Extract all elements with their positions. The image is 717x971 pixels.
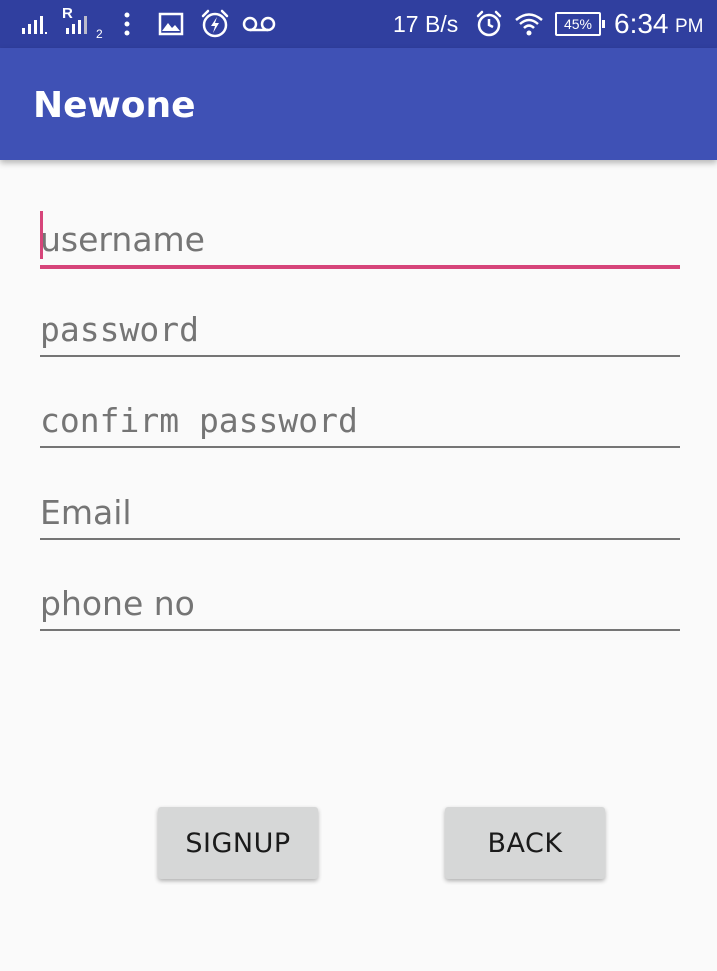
text-caret <box>40 211 43 259</box>
back-button[interactable]: BACK <box>445 807 605 879</box>
password-input[interactable] <box>40 301 680 357</box>
phone-field[interactable] <box>40 575 680 635</box>
app-title: Newone <box>33 85 196 126</box>
voicemail-icon <box>242 0 276 48</box>
phone-input[interactable] <box>40 575 680 631</box>
clock-icon <box>474 0 504 48</box>
confirm-password-field[interactable] <box>40 392 680 452</box>
password-underline <box>40 355 680 357</box>
email-input[interactable] <box>40 484 680 540</box>
battery-icon: 45% <box>555 0 605 48</box>
clock-ampm: PM <box>675 16 704 37</box>
username-field[interactable] <box>40 211 680 271</box>
clock-time: 6:34 <box>614 8 669 39</box>
alarm-flash-icon <box>199 0 231 48</box>
more-icon <box>123 0 131 48</box>
email-underline <box>40 538 680 540</box>
status-bar: R 2 17 B/s 45% 6:34 PM <box>0 0 717 48</box>
image-icon <box>158 0 184 48</box>
password-field[interactable] <box>40 301 680 361</box>
email-field[interactable] <box>40 484 680 544</box>
username-input[interactable] <box>40 211 680 267</box>
signup-button[interactable]: SIGNUP <box>158 807 318 879</box>
app-bar: Newone <box>0 48 717 160</box>
battery-percent: 45% <box>555 12 601 36</box>
network-speed: 17 B/s <box>393 10 459 37</box>
confirm-password-input[interactable] <box>40 392 680 448</box>
username-underline <box>40 265 680 269</box>
carrier-label: R <box>62 4 73 22</box>
signal-icon <box>20 0 48 48</box>
confirm-password-underline <box>40 446 680 448</box>
wifi-icon <box>514 0 544 48</box>
phone-underline <box>40 629 680 631</box>
